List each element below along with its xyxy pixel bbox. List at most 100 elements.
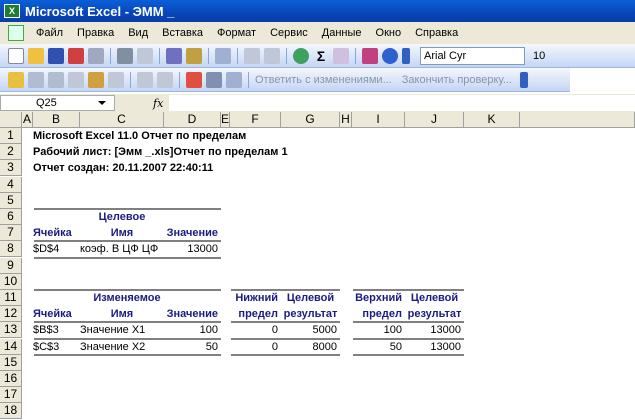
column-header-H[interactable]: H: [340, 112, 352, 128]
save-icon[interactable]: [48, 47, 64, 64]
target-cell: $D$4: [33, 243, 60, 256]
toolbar-options-icon[interactable]: [520, 71, 528, 88]
row-header-18[interactable]: 18: [0, 403, 22, 420]
row-header-2[interactable]: 2: [0, 144, 22, 161]
email-icon[interactable]: [88, 47, 104, 64]
send-mail-icon[interactable]: [226, 71, 242, 88]
row-header-17[interactable]: 17: [0, 387, 22, 404]
column-header-A[interactable]: A: [22, 112, 33, 128]
research-icon[interactable]: [186, 47, 202, 64]
row-header-9[interactable]: 9: [0, 257, 22, 274]
lower-target-result: 5000: [312, 324, 337, 337]
reply-with-changes-button[interactable]: Ответить с изменениями...: [255, 74, 392, 86]
previous-comment-icon[interactable]: [28, 71, 44, 88]
variable-name: Значение X2: [80, 340, 146, 353]
variable-value: 50: [205, 340, 218, 353]
toolbar-options-icon[interactable]: [402, 47, 410, 64]
upper-header: предел: [362, 308, 402, 321]
menu-edit[interactable]: Правка: [77, 27, 114, 39]
menu-bar: Файл Правка Вид Вставка Формат Сервис Да…: [0, 22, 635, 44]
menu-window[interactable]: Окно: [376, 27, 402, 39]
print-preview-icon[interactable]: [137, 47, 153, 64]
end-review-button[interactable]: Закончить проверку...: [402, 74, 512, 86]
ink-annotation-icon[interactable]: [186, 71, 202, 88]
column-header-B[interactable]: B: [33, 112, 80, 128]
variable-cell: $C$3: [33, 340, 60, 353]
menu-help[interactable]: Справка: [415, 27, 458, 39]
lower-target-result: 8000: [312, 340, 337, 353]
target-header: Имя: [110, 227, 134, 240]
open-icon[interactable]: [28, 47, 44, 64]
autosum-icon[interactable]: Σ: [313, 48, 329, 64]
row-header-8[interactable]: 8: [0, 241, 22, 258]
column-header-F[interactable]: F: [230, 112, 281, 128]
next-comment-icon[interactable]: [48, 71, 64, 88]
track-changes-icon[interactable]: [137, 71, 153, 88]
menu-data[interactable]: Данные: [322, 27, 362, 39]
target-value: 13000: [187, 243, 218, 256]
select-all-button[interactable]: [0, 112, 22, 128]
row-header-1[interactable]: 1: [0, 128, 22, 144]
workbook-icon[interactable]: [8, 25, 24, 41]
menu-view[interactable]: Вид: [128, 27, 148, 39]
name-box[interactable]: Q25: [0, 95, 115, 111]
insert-function-icon[interactable]: fx: [153, 97, 163, 110]
column-header-C[interactable]: C: [80, 112, 164, 128]
new-comment-icon[interactable]: [8, 71, 24, 88]
permission-icon[interactable]: [68, 47, 84, 64]
chart-wizard-icon[interactable]: [362, 47, 378, 64]
upper-limit: 100: [383, 324, 402, 337]
menu-file[interactable]: Файл: [36, 27, 63, 39]
row-header-5[interactable]: 5: [0, 192, 22, 209]
column-header-L[interactable]: [520, 112, 635, 128]
menu-insert[interactable]: Вставка: [162, 27, 203, 39]
row-header-10[interactable]: 10: [0, 273, 22, 290]
row-header-11[interactable]: 11: [0, 290, 22, 306]
row-header-13[interactable]: 13: [0, 322, 22, 339]
row-header-6[interactable]: 6: [0, 209, 22, 225]
variable-value: 100: [199, 324, 218, 337]
formula-input[interactable]: [169, 95, 635, 111]
lower-header: Нижний: [235, 292, 278, 304]
row-header-7[interactable]: 7: [0, 225, 22, 242]
standard-toolbar: Σ Arial Cyr 10: [0, 44, 635, 68]
row-header-3[interactable]: 3: [0, 160, 22, 177]
column-header-J[interactable]: J: [405, 112, 464, 128]
font-name-select[interactable]: Arial Cyr: [420, 46, 525, 65]
spelling-icon[interactable]: [166, 47, 182, 64]
row-header-16[interactable]: 16: [0, 371, 22, 387]
column-header-I[interactable]: I: [352, 112, 405, 128]
lower-limit: 0: [271, 324, 278, 337]
print-icon[interactable]: [117, 47, 133, 64]
show-comment-icon[interactable]: [68, 71, 84, 88]
undo-icon[interactable]: [244, 47, 260, 64]
table-border: [34, 353, 221, 356]
new-icon[interactable]: [8, 47, 24, 64]
row-header-14[interactable]: 14: [0, 338, 22, 355]
delete-comment-icon[interactable]: [108, 71, 124, 88]
menu-format[interactable]: Формат: [217, 27, 256, 39]
column-header-K[interactable]: K: [464, 112, 520, 128]
chevron-down-icon[interactable]: [98, 101, 106, 105]
target-header: Ячейка: [33, 227, 72, 240]
column-header-E[interactable]: E: [221, 112, 230, 128]
row-header-15[interactable]: 15: [0, 354, 22, 371]
column-header-G[interactable]: G: [281, 112, 340, 128]
column-header-D[interactable]: D: [164, 112, 221, 128]
hyperlink-icon[interactable]: [293, 47, 309, 64]
redo-icon[interactable]: [264, 47, 280, 64]
upper-header: Целевой: [410, 292, 459, 304]
variable-name: Значение X1: [80, 324, 146, 337]
font-size-select[interactable]: 10: [533, 50, 545, 62]
help-icon[interactable]: [382, 47, 398, 64]
sort-ascending-icon[interactable]: [333, 47, 349, 64]
copy-icon[interactable]: [215, 47, 231, 64]
reject-icon[interactable]: [157, 71, 173, 88]
report-title: Microsoft Excel 11.0 Отчет по пределам: [33, 130, 247, 142]
show-all-comments-icon[interactable]: [88, 71, 104, 88]
menu-tools[interactable]: Сервис: [270, 27, 308, 39]
lower-header: Целевой: [286, 292, 335, 304]
row-header-4[interactable]: 4: [0, 176, 22, 193]
row-header-12[interactable]: 12: [0, 306, 22, 323]
reviewing-pane-icon[interactable]: [206, 71, 222, 88]
